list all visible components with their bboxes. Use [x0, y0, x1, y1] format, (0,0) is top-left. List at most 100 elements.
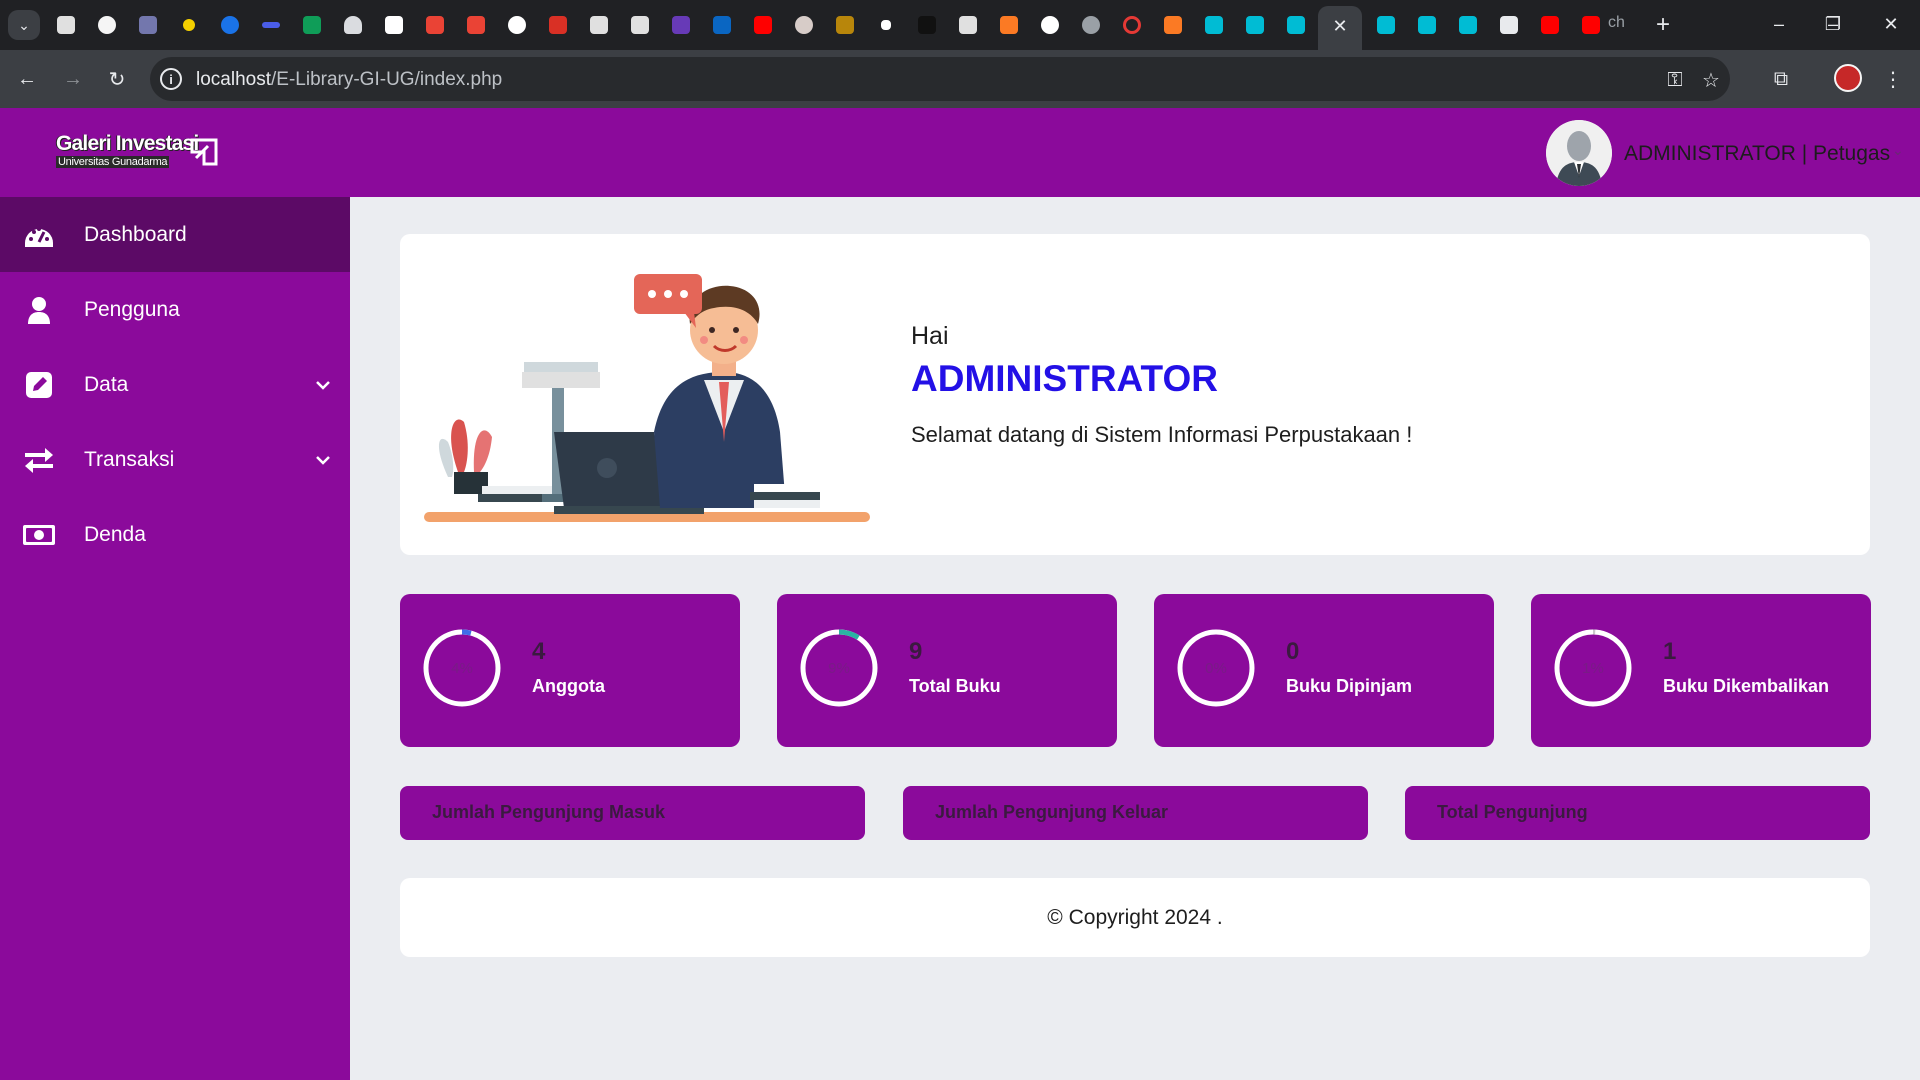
copyright-text: © Copyright 2024 . — [1047, 905, 1223, 929]
restore-window-icon[interactable]: ❐ — [1810, 8, 1856, 40]
tab-favicon-youtube-2[interactable] — [1536, 11, 1564, 39]
brand-logo[interactable]: Galeri Investasi Universitas Gunadarma — [56, 132, 220, 174]
tab-favicon-gmail[interactable] — [421, 11, 449, 39]
tab-favicon-blue-circle[interactable] — [216, 11, 244, 39]
tab-favicon-slash[interactable] — [1495, 11, 1523, 39]
tab-favicon-xampp-2[interactable] — [1159, 11, 1187, 39]
tab-favicon-triangle-2[interactable] — [872, 11, 900, 39]
back-arrow-icon[interactable]: ← — [12, 64, 42, 94]
progress-percent: 9% — [828, 659, 850, 677]
tab-favicon-php[interactable] — [134, 11, 162, 39]
stat-value: 1 — [1663, 638, 1677, 665]
stat-label: Buku Dikembalikan — [1663, 676, 1830, 696]
tab-favicon-pattern[interactable] — [831, 11, 859, 39]
tab-favicon-drop[interactable] — [339, 11, 367, 39]
money-bill-icon — [22, 518, 56, 552]
user-icon — [22, 293, 56, 327]
tab-favicon-app-6[interactable] — [1454, 11, 1482, 39]
minimize-window-icon[interactable]: – — [1756, 8, 1802, 40]
sidebar-item-transaksi[interactable]: Transaksi — [0, 422, 350, 497]
address-bar[interactable]: i localhost/E-Library-GI-UG/index.php ⚿ … — [150, 57, 1730, 101]
password-key-icon[interactable]: ⚿ — [1662, 67, 1688, 93]
tab-favicon-youtube[interactable] — [749, 11, 777, 39]
tab-favicon-xampp[interactable] — [995, 11, 1023, 39]
site-info-icon[interactable]: i — [160, 68, 182, 90]
stat-card-buku-dikembalikan[interactable]: 1% 1 Buku Dikembalikan — [1531, 594, 1871, 747]
sidebar-item-label: Transaksi — [84, 447, 175, 471]
visitor-card-masuk[interactable]: Jumlah Pengunjung Masuk — [400, 786, 865, 840]
edit-icon — [22, 368, 56, 402]
sidebar-item-label: Data — [84, 372, 129, 396]
user-name-role[interactable]: ADMINISTRATOR | Petugas — [1624, 142, 1890, 166]
stat-value: 4 — [532, 638, 546, 665]
browser-profile-avatar[interactable] — [1834, 64, 1862, 92]
tab-favicon-sheets[interactable] — [298, 11, 326, 39]
tab-favicon-bar[interactable] — [257, 11, 285, 39]
reload-icon[interactable]: ↻ — [102, 64, 132, 94]
sidebar-item-data[interactable]: Data — [0, 347, 350, 422]
tab-favicon-triangle[interactable] — [503, 11, 531, 39]
progress-percent: 0% — [1205, 659, 1227, 677]
visitor-card-keluar[interactable]: Jumlah Pengunjung Keluar — [903, 786, 1368, 840]
close-tab-icon[interactable]: ✕ — [1326, 12, 1354, 40]
user-silhouette-icon — [1546, 120, 1612, 186]
sidebar-item-pengguna[interactable]: Pengguna — [0, 272, 350, 347]
tab-favicon-dark[interactable] — [913, 11, 941, 39]
stat-label: Total Buku — [909, 676, 1001, 696]
tab-search-button[interactable]: ⌄ — [8, 10, 40, 40]
tab-favicon-gmail-2[interactable] — [462, 11, 490, 39]
close-window-icon[interactable]: ✕ — [1868, 8, 1914, 40]
app-header: Galeri Investasi Universitas Gunadarma A… — [0, 108, 1920, 197]
tab-favicon-epic[interactable] — [52, 11, 80, 39]
tab-favicon-app-1[interactable] — [1200, 11, 1228, 39]
browser-menu-icon[interactable]: ⋮ — [1878, 64, 1908, 94]
chevron-down-icon[interactable]: ⌄ — [1892, 142, 1904, 159]
tab-favicon-star[interactable] — [175, 11, 203, 39]
tachometer-icon — [22, 218, 56, 252]
extensions-puzzle-icon[interactable]: ⧉ — [1766, 64, 1796, 94]
stat-card-total-buku[interactable]: 9% 9 Total Buku — [777, 594, 1117, 747]
tab-favicon-epic-2[interactable] — [585, 11, 613, 39]
sidebar-item-dashboard[interactable]: Dashboard — [0, 197, 350, 272]
tab-favicon-epic-4[interactable] — [954, 11, 982, 39]
tab-favicon-openai[interactable] — [93, 11, 121, 39]
new-tab-plus-icon[interactable]: + — [1648, 10, 1678, 40]
user-avatar[interactable] — [1546, 120, 1612, 186]
chevron-down-icon[interactable] — [312, 449, 334, 471]
bookmark-star-icon[interactable]: ☆ — [1698, 67, 1724, 93]
address-url[interactable]: localhost/E-Library-GI-UG/index.php — [196, 69, 502, 91]
tab-favicon-github[interactable] — [1036, 11, 1064, 39]
pinned-tabs — [52, 11, 1310, 39]
logo-arrow-icon — [190, 138, 218, 166]
welcome-card: Hai ADMINISTRATOR Selamat datang di Sist… — [400, 234, 1870, 555]
url-path: /E-Library-GI-UG/index.php — [271, 69, 503, 90]
tab-favicon-linkedin[interactable] — [708, 11, 736, 39]
sidebar-item-denda[interactable]: Denda — [0, 497, 350, 572]
tab-favicon-shield[interactable] — [544, 11, 572, 39]
tab-favicon-youtube-3[interactable] — [1577, 11, 1605, 39]
progress-percent: 1% — [1582, 659, 1604, 677]
visitor-label: Jumlah Pengunjung Keluar — [935, 802, 1169, 822]
stat-card-anggota[interactable]: 4% 4 Anggota — [400, 594, 740, 747]
visitor-card-total[interactable]: Total Pengunjung — [1405, 786, 1870, 840]
tab-overflow-text[interactable]: ch — [1608, 14, 1625, 32]
visitor-label: Total Pengunjung — [1437, 802, 1588, 822]
stat-card-buku-dipinjam[interactable]: 0% 0 Buku Dipinjam — [1154, 594, 1494, 747]
office-worker-illustration — [424, 274, 870, 522]
tab-favicon-notion[interactable] — [380, 11, 408, 39]
tab-favicon-globe[interactable] — [1077, 11, 1105, 39]
tab-favicon-app-5[interactable] — [1413, 11, 1441, 39]
tab-favicon-app-3[interactable] — [1282, 11, 1310, 39]
chevron-down-icon[interactable] — [312, 374, 334, 396]
sidebar: Dashboard Pengguna Data Transaksi Denda — [0, 197, 350, 1080]
tab-favicon-ring[interactable] — [1118, 11, 1146, 39]
tab-favicon-epic-3[interactable] — [626, 11, 654, 39]
stat-label: Buku Dipinjam — [1286, 676, 1413, 696]
tab-favicon-app-2[interactable] — [1241, 11, 1269, 39]
tab-favicon-list[interactable] — [667, 11, 695, 39]
forward-arrow-icon[interactable]: → — [58, 64, 88, 94]
tab-favicon-character[interactable] — [790, 11, 818, 39]
tab-favicon-app-4[interactable] — [1372, 11, 1400, 39]
footer: © Copyright 2024 . — [400, 878, 1870, 957]
more-tabs — [1372, 11, 1605, 39]
